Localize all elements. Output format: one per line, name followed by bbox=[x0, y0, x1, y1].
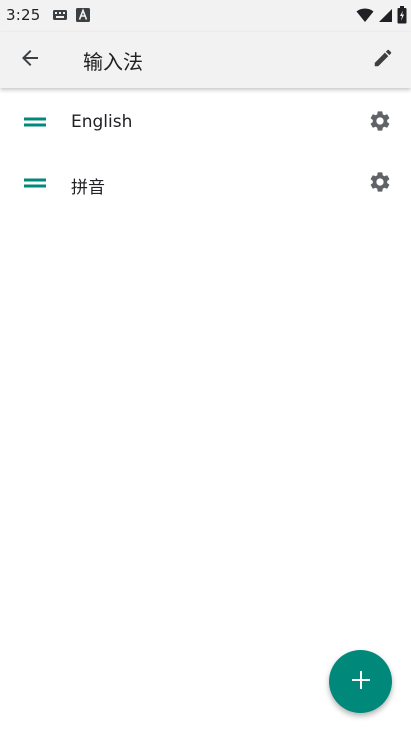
edit-button[interactable] bbox=[367, 44, 399, 76]
settings-button[interactable] bbox=[365, 169, 395, 199]
plus-icon bbox=[350, 669, 372, 695]
add-input-method-button[interactable] bbox=[329, 650, 392, 713]
battery-icon bbox=[397, 6, 407, 28]
gear-icon bbox=[368, 170, 392, 198]
drag-handle-icon[interactable] bbox=[24, 174, 46, 192]
gear-icon bbox=[368, 109, 392, 137]
cell-signal-icon bbox=[378, 7, 393, 27]
arrow-back-icon bbox=[20, 48, 40, 72]
status-right-icons bbox=[356, 6, 407, 28]
status-time: 3:25 bbox=[6, 6, 41, 24]
app-bar: 输入法 bbox=[0, 32, 411, 88]
back-button[interactable] bbox=[14, 44, 46, 76]
status-bar: 3:25 bbox=[0, 0, 411, 32]
status-left-icons bbox=[52, 7, 90, 26]
input-method-label: 拼音 bbox=[71, 178, 105, 198]
list-item[interactable]: English bbox=[0, 92, 411, 153]
screen: 3:25 输入法 English 拼音 bbox=[0, 0, 411, 732]
input-method-list: English 拼音 bbox=[0, 92, 411, 214]
list-item[interactable]: 拼音 bbox=[0, 153, 411, 214]
wifi-icon bbox=[356, 7, 374, 27]
settings-button[interactable] bbox=[365, 108, 395, 138]
drag-handle-icon[interactable] bbox=[24, 113, 46, 131]
text-a-icon bbox=[76, 7, 90, 26]
keyboard-icon bbox=[52, 7, 68, 26]
page-title: 输入法 bbox=[83, 50, 143, 74]
pencil-icon bbox=[372, 47, 394, 73]
input-method-label: English bbox=[71, 112, 133, 132]
